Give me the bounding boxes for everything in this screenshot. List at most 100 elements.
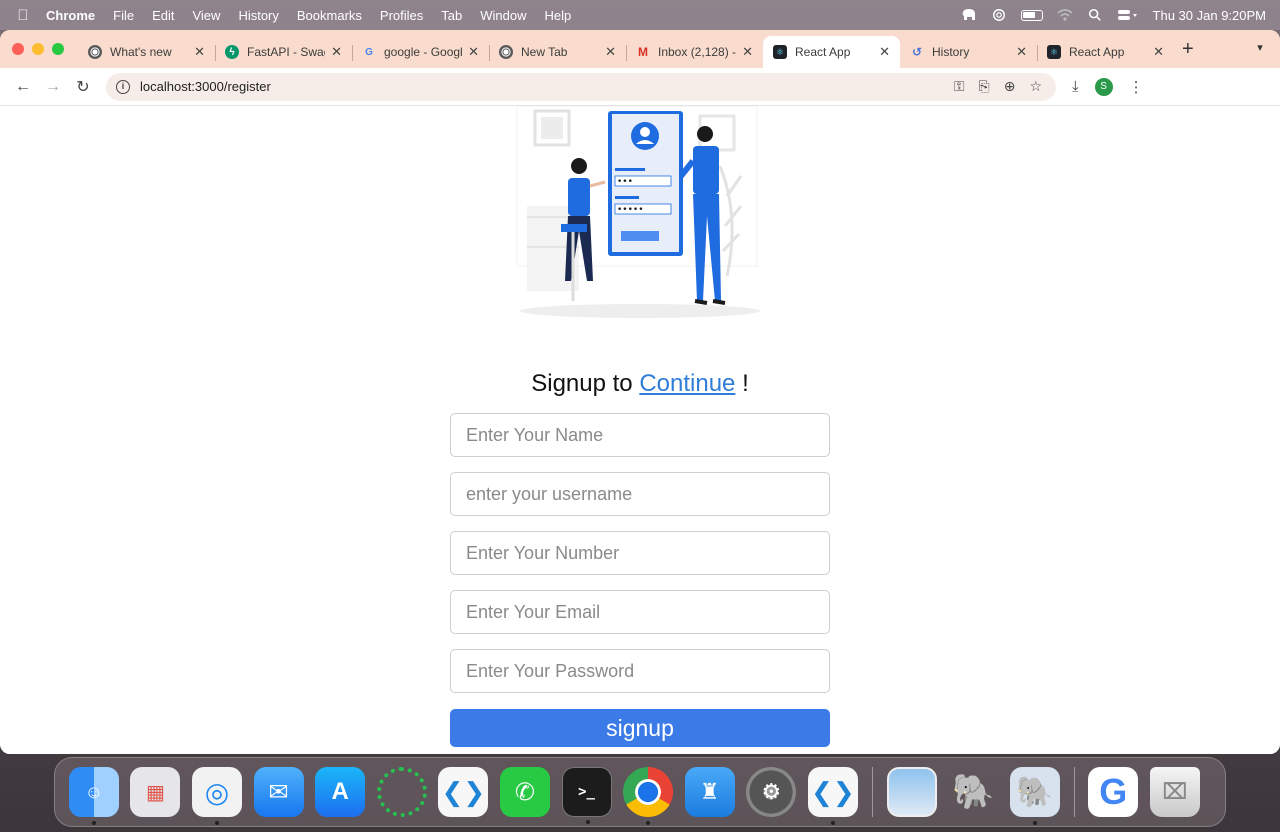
history-icon: ↺ xyxy=(911,45,923,59)
menu-profiles[interactable]: Profiles xyxy=(380,8,423,23)
minimize-window-button[interactable] xyxy=(32,43,44,55)
elephant-status-icon[interactable] xyxy=(961,8,977,22)
menu-history[interactable]: History xyxy=(238,8,278,23)
maximize-window-button[interactable] xyxy=(52,43,64,55)
close-tab-icon[interactable]: ✕ xyxy=(194,44,205,60)
launchpad-icon[interactable]: ▦ xyxy=(130,767,181,817)
vscode-second-icon[interactable]: ❮❯ xyxy=(807,767,858,825)
email-input[interactable] xyxy=(450,590,830,634)
url-text[interactable]: localhost:3000/register xyxy=(140,79,271,94)
continue-link[interactable]: Continue xyxy=(639,370,735,397)
tab-react-app[interactable]: ⚛ React App ✕ xyxy=(1037,36,1174,68)
tab-fastapi[interactable]: ϟ FastAPI - Swagger ✕ xyxy=(215,36,352,68)
finder-icon[interactable]: ☺ xyxy=(68,767,119,825)
dock-separator xyxy=(871,767,873,817)
chrome-icon xyxy=(88,45,102,59)
close-tab-icon[interactable]: ✕ xyxy=(605,44,616,60)
menu-window[interactable]: Window xyxy=(480,8,526,23)
bookmark-star-icon[interactable]: ☆ xyxy=(1029,78,1042,95)
pgadmin-icon[interactable]: 🐘 xyxy=(1009,767,1060,825)
reload-button[interactable]: ↻ xyxy=(68,73,98,101)
menu-help[interactable]: Help xyxy=(545,8,572,23)
tab-new-tab[interactable]: New Tab ✕ xyxy=(489,36,626,68)
tab-title: FastAPI - Swagger xyxy=(247,45,325,59)
trash-icon[interactable]: ⌧ xyxy=(1149,767,1200,817)
password-key-icon[interactable]: ⚿ xyxy=(954,78,965,95)
terminal-icon[interactable]: >_ xyxy=(561,767,612,824)
close-tab-icon[interactable]: ✕ xyxy=(1016,44,1027,60)
signup-heading-prefix: Signup to xyxy=(531,370,640,397)
tab-title: History xyxy=(932,45,970,59)
browser-window: What's new ✕ ϟ FastAPI - Swagger ✕ G goo… xyxy=(0,30,1280,754)
whatsapp-icon[interactable]: ✆ xyxy=(499,767,550,817)
system-settings-icon[interactable]: ⚙ xyxy=(746,767,797,817)
tab-search-dropdown-icon[interactable]: ▾ xyxy=(1250,38,1270,58)
address-bar[interactable]: i localhost:3000/register ⚿ ⎘ ⊕ ☆ xyxy=(106,72,1056,101)
close-tab-icon[interactable]: ✕ xyxy=(742,44,753,60)
chrome-menu-icon[interactable]: ⋮ xyxy=(1129,78,1144,96)
chatgpt-status-icon[interactable] xyxy=(991,8,1007,22)
apple-icon[interactable]:  xyxy=(0,7,46,24)
close-tab-icon[interactable]: ✕ xyxy=(879,44,890,60)
cursor-app-icon[interactable] xyxy=(376,767,427,817)
tab-title: React App xyxy=(1069,45,1125,59)
signup-illustration: ••• ••••• xyxy=(516,106,760,318)
spotlight-search-icon[interactable] xyxy=(1087,8,1103,22)
tab-strip: What's new ✕ ϟ FastAPI - Swagger ✕ G goo… xyxy=(0,30,1280,68)
react-icon: ⚛ xyxy=(773,45,787,59)
new-tab-button[interactable]: + xyxy=(1182,38,1194,61)
close-tab-icon[interactable]: ✕ xyxy=(331,44,342,60)
menubar-datetime[interactable]: Thu 30 Jan 9:20PM xyxy=(1153,8,1266,23)
install-app-icon[interactable]: ⎘ xyxy=(979,78,990,95)
vscode-icon[interactable]: ❮❯ xyxy=(438,767,489,817)
close-window-button[interactable] xyxy=(12,43,24,55)
forward-button[interactable]: → xyxy=(38,73,68,101)
menu-bar:  Chrome File Edit View History Bookmark… xyxy=(0,0,1280,30)
menu-edit[interactable]: Edit xyxy=(152,8,174,23)
svg-text:•••: ••• xyxy=(617,177,633,187)
signup-heading-suffix: ! xyxy=(735,370,749,397)
mail-icon[interactable]: ✉ xyxy=(253,767,304,817)
tableplus-icon[interactable]: 🐘 xyxy=(948,767,998,817)
name-input[interactable] xyxy=(450,413,830,457)
safari-icon[interactable]: ◎ xyxy=(191,767,242,825)
close-tab-icon[interactable]: ✕ xyxy=(1153,44,1164,60)
app-store-icon[interactable]: A xyxy=(315,767,366,817)
wifi-icon[interactable] xyxy=(1057,8,1073,22)
close-tab-icon[interactable]: ✕ xyxy=(468,44,479,60)
tab-google[interactable]: G google - Google ✕ xyxy=(352,36,489,68)
chrome-icon xyxy=(499,45,513,59)
menu-view[interactable]: View xyxy=(192,8,220,23)
chrome-dock-icon[interactable] xyxy=(623,767,674,825)
menu-tab[interactable]: Tab xyxy=(441,8,462,23)
google-app-icon[interactable]: G xyxy=(1088,767,1139,817)
username-input[interactable] xyxy=(450,472,830,516)
menu-file[interactable]: File xyxy=(113,8,134,23)
password-input[interactable] xyxy=(450,649,830,693)
profile-avatar[interactable]: S xyxy=(1094,77,1113,96)
preview-icon[interactable] xyxy=(886,767,937,817)
dock-separator xyxy=(1073,767,1075,817)
tab-title: What's new xyxy=(110,45,172,59)
gmail-icon: M xyxy=(638,45,648,59)
download-icon[interactable]: ⤓ xyxy=(1072,78,1079,95)
zoom-icon[interactable]: ⊕ xyxy=(1004,78,1016,95)
signup-button[interactable]: signup xyxy=(450,709,830,747)
tab-history[interactable]: ↺ History ✕ xyxy=(900,36,1037,68)
control-center-icon[interactable] xyxy=(1117,8,1139,22)
tab-title: Inbox (2,128) - xyxy=(658,45,737,59)
tab-whats-new[interactable]: What's new ✕ xyxy=(78,36,215,68)
menu-bookmarks[interactable]: Bookmarks xyxy=(297,8,362,23)
back-button[interactable]: ← xyxy=(8,73,38,101)
site-info-icon[interactable]: i xyxy=(116,79,130,94)
tab-gmail-inbox[interactable]: M Inbox (2,128) - ✕ xyxy=(626,36,763,68)
tab-title: google - Google xyxy=(384,45,463,59)
battery-icon[interactable] xyxy=(1020,9,1043,21)
menu-app-name[interactable]: Chrome xyxy=(46,8,95,23)
tab-title: React App xyxy=(795,45,851,59)
number-input[interactable] xyxy=(450,531,830,575)
keynote-icon[interactable]: ♜ xyxy=(684,767,735,817)
tab-react-app-active[interactable]: ⚛ React App ✕ xyxy=(763,36,900,68)
svg-text:•••••: ••••• xyxy=(617,205,644,215)
dock: ☺ ▦ ◎ ✉ A ❮❯ ✆ >_ ♜ ⚙ ❮❯ 🐘 🐘 G ⌧ xyxy=(54,757,1226,827)
